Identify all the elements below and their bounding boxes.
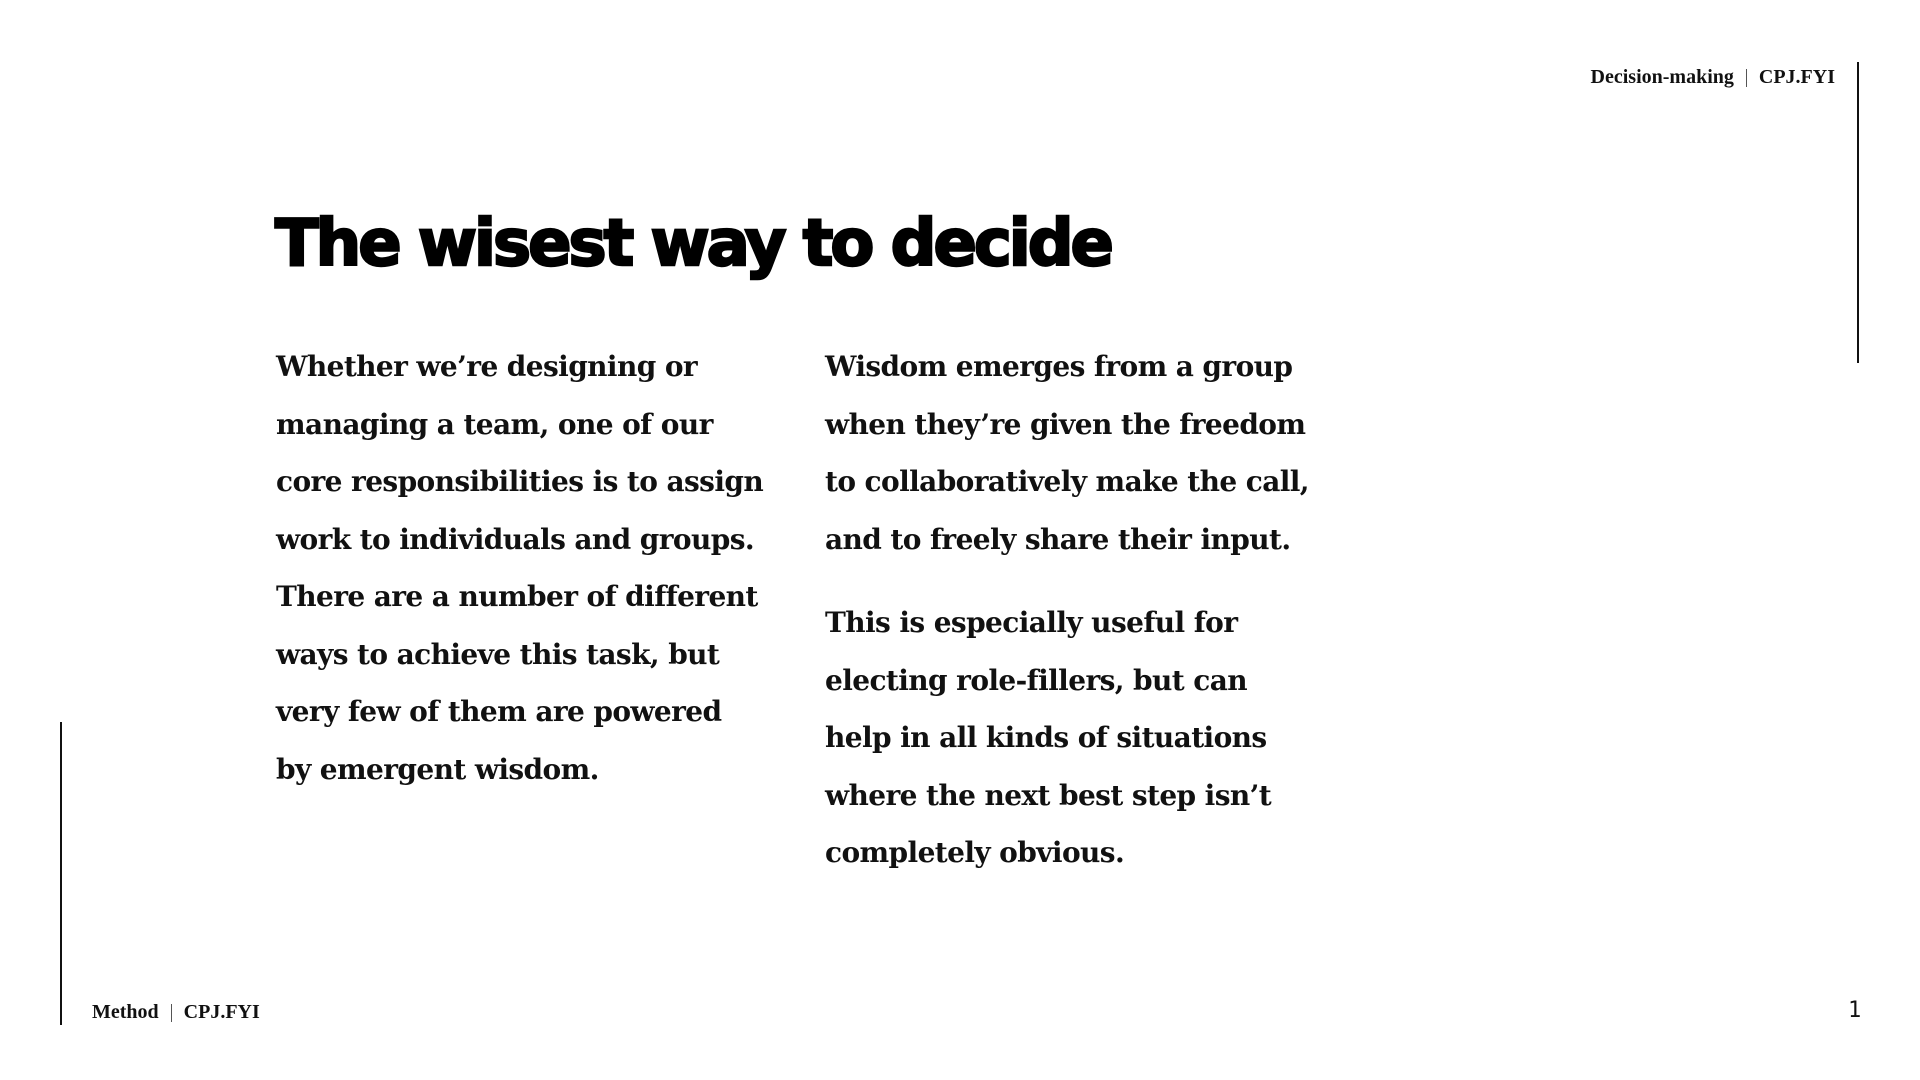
text-line: and to freely share their input. — [825, 522, 1291, 556]
text-line: There are a number of different — [276, 580, 758, 613]
text-line: ways to achieve this task, but — [276, 637, 720, 671]
text-line: managing a team, one of our — [276, 407, 713, 441]
header-site-label: CPJ.FYI — [1758, 66, 1835, 88]
header-running-head: Decision-making CPJ.FYI — [1591, 66, 1835, 89]
vertical-rule-top-right — [1857, 62, 1859, 363]
footer-separator — [170, 1003, 172, 1022]
text-line: to collaboratively make the call, — [825, 465, 1310, 498]
text-line: Wisdom emerges from a group — [825, 350, 1293, 383]
text-line: very few of them are powered — [276, 695, 722, 728]
page-title: The wisest way to decide — [274, 207, 1115, 281]
text-line: completely obvious. — [825, 836, 1125, 869]
text-line: help in all kinds of situations — [825, 721, 1267, 754]
text-line: electing role-fillers, but can — [825, 663, 1248, 697]
left-paragraph-1: Whether we’re designing or managing a te… — [276, 338, 796, 798]
right-paragraph-2: This is especially useful for electing r… — [825, 594, 1365, 882]
body-column-left: Whether we’re designing or managing a te… — [276, 338, 796, 798]
footer-section-label: Method — [92, 1001, 159, 1023]
footer-site-label: CPJ.FYI — [183, 1001, 260, 1023]
text-line: Whether we’re designing or — [276, 350, 698, 383]
page-number: 1 — [1848, 998, 1862, 1023]
text-line: This is especially useful for — [825, 606, 1238, 639]
header-section-label: Decision-making — [1590, 66, 1734, 88]
vertical-rule-bottom-left — [60, 722, 62, 1025]
right-paragraph-1: Wisdom emerges from a group when they’re… — [825, 338, 1365, 568]
text-line: by emergent wisdom. — [276, 752, 599, 786]
body-column-right: Wisdom emerges from a group when they’re… — [825, 338, 1365, 882]
text-line: core responsibilities is to assign — [276, 465, 764, 498]
text-line: work to individuals and groups. — [276, 522, 755, 556]
text-line: where the next best step isn’t — [825, 778, 1272, 812]
footer-running-head: Method CPJ.FYI — [92, 1001, 260, 1024]
header-separator — [1745, 68, 1747, 87]
text-line: when they’re given the freedom — [825, 407, 1306, 441]
